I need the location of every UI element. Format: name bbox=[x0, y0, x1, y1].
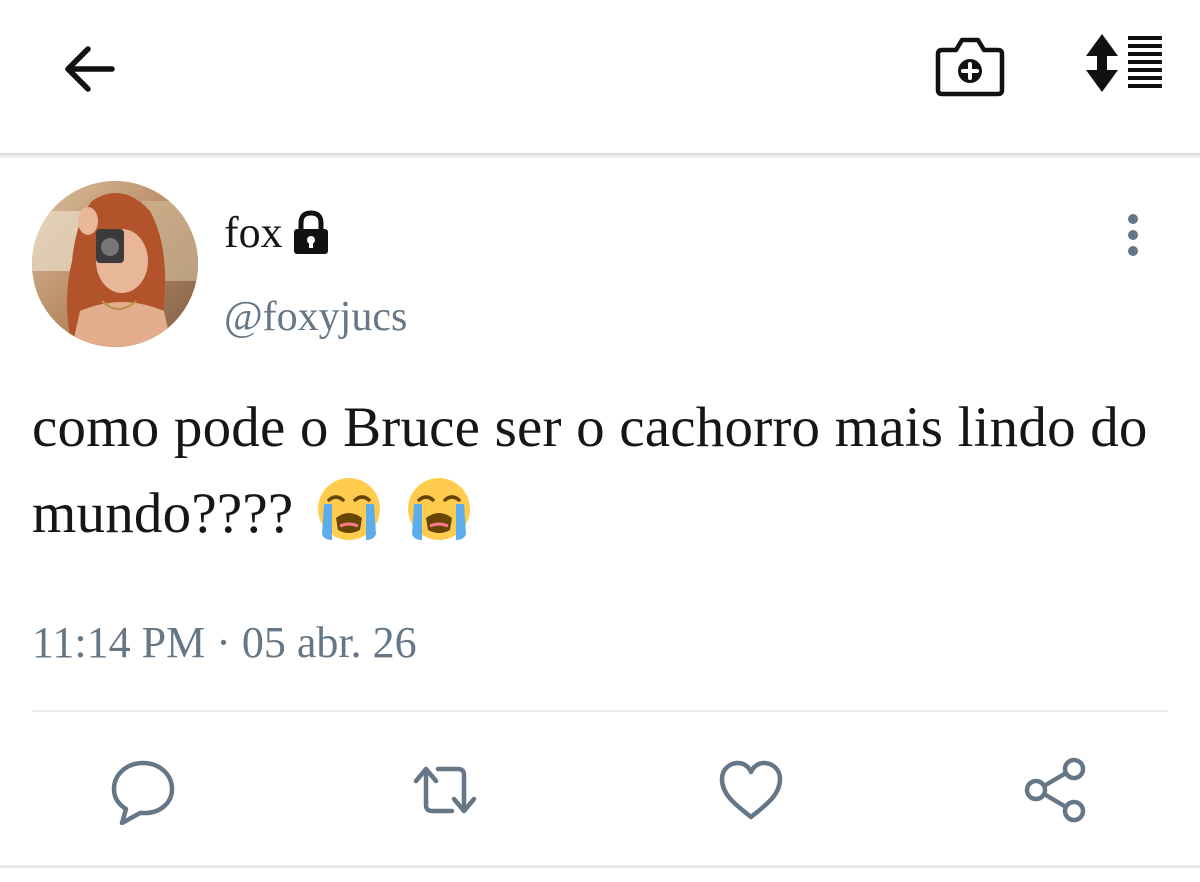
top-app-bar bbox=[0, 0, 1200, 153]
sort-button[interactable] bbox=[1080, 32, 1166, 96]
user-handle[interactable]: @foxyjucs bbox=[224, 289, 407, 345]
more-vertical-icon bbox=[1128, 214, 1138, 256]
display-name[interactable]: fox bbox=[224, 205, 283, 261]
reply-icon bbox=[111, 760, 175, 825]
author-name-row: fox bbox=[224, 205, 331, 261]
tweet-body: como pode o Bruce ser o cachorro mais li… bbox=[32, 396, 1148, 545]
retweet-icon bbox=[413, 766, 477, 814]
more-options-button[interactable] bbox=[1112, 211, 1154, 261]
camera-plus-icon bbox=[935, 37, 1005, 97]
like-button[interactable] bbox=[716, 755, 786, 825]
divider bbox=[0, 865, 1200, 868]
retweet-button[interactable] bbox=[410, 755, 480, 825]
divider bbox=[32, 710, 1168, 712]
tweet-detail: fox @foxyjucs como pode o Bruce ser o ca… bbox=[0, 159, 1200, 882]
share-icon bbox=[1024, 757, 1086, 823]
avatar[interactable] bbox=[32, 181, 198, 347]
sort-list-icon bbox=[1086, 34, 1162, 92]
tweet-text: como pode o Bruce ser o cachorro mais li… bbox=[32, 385, 1162, 557]
like-icon bbox=[719, 760, 783, 820]
tweet-timestamp: 11:14 PM · 05 abr. 26 bbox=[32, 618, 417, 667]
reply-button[interactable] bbox=[108, 755, 178, 825]
share-button[interactable] bbox=[1020, 755, 1090, 825]
back-button[interactable] bbox=[58, 37, 122, 101]
loudly-crying-face-icon bbox=[317, 478, 380, 540]
lock-icon bbox=[293, 210, 328, 254]
camera-button[interactable] bbox=[934, 32, 1006, 100]
arrow-left-icon bbox=[65, 46, 115, 92]
loudly-crying-face-icon bbox=[408, 478, 471, 540]
